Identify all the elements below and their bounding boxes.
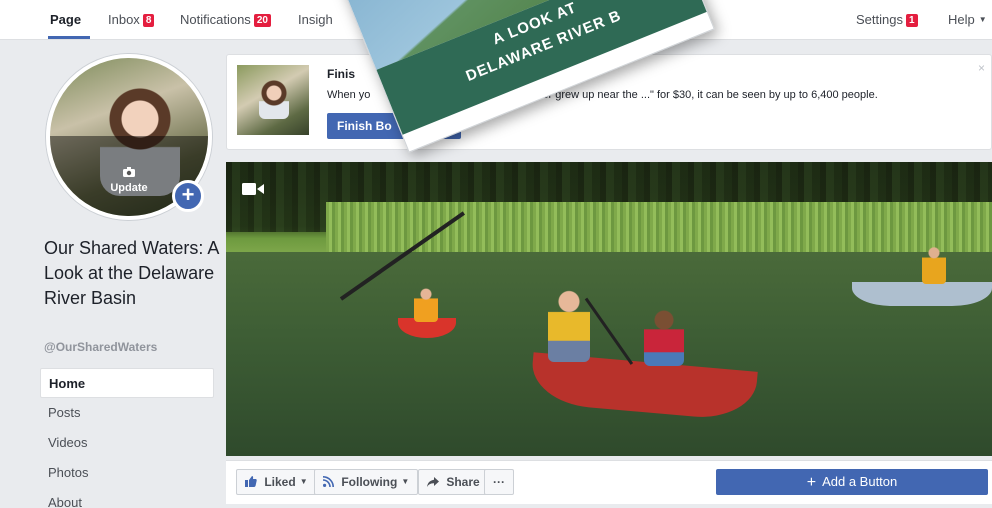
tab-page[interactable]: Page [50, 12, 81, 27]
sidebar-item-home[interactable]: Home [40, 368, 214, 398]
more-options-button[interactable]: ··· [484, 469, 514, 495]
share-label: Share [446, 475, 480, 489]
following-button[interactable]: Following ▼ [314, 469, 419, 495]
sidebar-item-about[interactable]: About [40, 488, 214, 508]
add-a-button[interactable]: + Add a Button [716, 469, 988, 495]
share-button[interactable]: Share [418, 469, 489, 495]
tab-notifications-label: Notifications [180, 12, 251, 27]
tab-insights-label: Insigh [298, 12, 333, 27]
add-profile-button[interactable]: + [172, 180, 204, 212]
thumbs-up-icon [245, 475, 260, 489]
cover-reeds [326, 202, 992, 252]
tab-notifications[interactable]: Notifications 20 [180, 12, 271, 27]
close-icon[interactable]: × [978, 61, 985, 75]
chevron-down-icon: ▼ [299, 477, 308, 486]
inbox-count-badge: 8 [142, 14, 155, 27]
chevron-down-icon: ▼ [401, 477, 410, 486]
page-handle[interactable]: @OurSharedWaters [44, 340, 157, 354]
tab-help[interactable]: Help ▼ [948, 12, 987, 27]
liked-button[interactable]: Liked ▼ [236, 469, 317, 495]
video-camera-icon[interactable] [242, 182, 264, 196]
camera-icon [50, 166, 208, 180]
cover-paddler-right [922, 246, 946, 284]
plus-icon: + [806, 474, 817, 491]
promo-title: Finis [327, 67, 356, 81]
add-a-button-label: Add a Button [822, 474, 898, 489]
tab-help-label: Help [948, 12, 975, 27]
more-icon: ··· [493, 475, 505, 489]
notifications-count-badge: 20 [253, 14, 271, 27]
share-arrow-icon [427, 475, 442, 489]
cover-paddler-back [644, 310, 684, 366]
active-tab-indicator [48, 36, 90, 39]
settings-count-badge: 1 [905, 14, 918, 27]
tab-inbox-label: Inbox [108, 12, 140, 27]
chevron-down-icon: ▼ [978, 15, 987, 24]
sidebar-item-photos[interactable]: Photos [40, 458, 214, 488]
tab-page-label: Page [50, 12, 82, 27]
sidebar-nav: Home Posts Videos Photos About [40, 368, 214, 508]
cover-paddler-front [548, 290, 590, 362]
cover-paddler-left [414, 288, 438, 322]
promo-thumbnail [237, 65, 309, 135]
page-action-bar: Liked ▼ Following ▼ Share ··· + Add a Butto… [226, 460, 992, 504]
tab-settings-label: Settings [856, 12, 903, 27]
cover-photo[interactable] [226, 162, 992, 456]
sidebar-item-videos[interactable]: Videos [40, 428, 214, 458]
plus-icon: + [181, 182, 195, 207]
page-title: Our Shared Waters: A Look at the Delawar… [44, 238, 219, 308]
tab-insights[interactable]: Insigh [298, 12, 333, 27]
liked-label: Liked [264, 475, 296, 489]
promo-text-start: When yo [327, 89, 371, 101]
cover-canoe-right [852, 282, 992, 306]
rss-icon [322, 475, 337, 489]
tab-settings[interactable]: Settings 1 [856, 12, 918, 27]
sidebar-item-posts[interactable]: Posts [40, 398, 214, 428]
following-label: Following [341, 475, 398, 489]
tab-inbox[interactable]: Inbox 8 [108, 12, 155, 27]
finish-boost-label-start: Finish Bo [337, 119, 392, 133]
